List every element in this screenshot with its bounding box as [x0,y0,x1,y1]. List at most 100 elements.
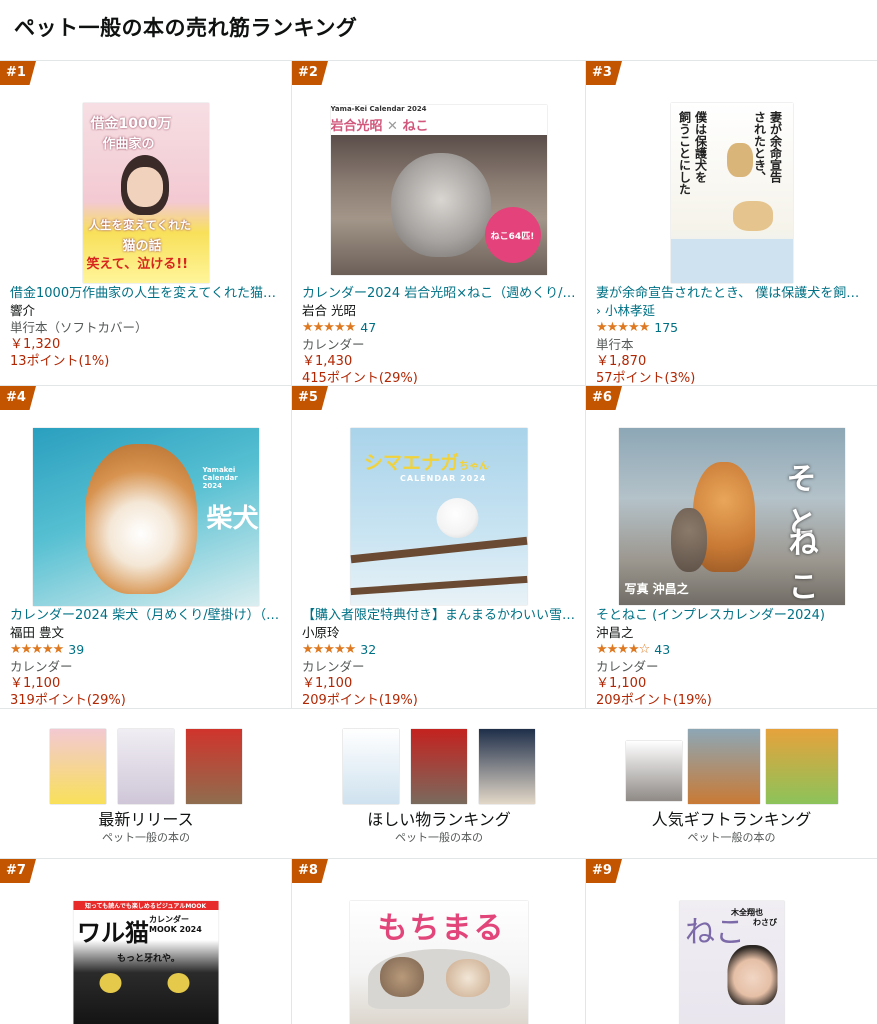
book-thumbnail[interactable] [687,729,760,804]
product-format: 単行本 [596,337,634,352]
cover-text: ねこ [402,119,429,134]
product-points: 209ポイント(19%) [302,693,418,708]
book-thumbnail[interactable] [186,729,242,804]
ranking-row-2: #4 Yamakei Calendar 2024 柴犬 カレンダー2024 柴犬… [0,385,877,708]
book-thumbnail[interactable] [765,729,838,804]
rank-badge: #4 [0,386,36,410]
cover-title: もちまる [377,911,506,946]
product-card-2: #2 Yama-Kei Calendar 2024 岩合光昭 ✕ ねこ ねこ64… [292,61,586,387]
product-title-link[interactable]: そとねこ (インプレスカレンダー2024) [596,607,869,624]
product-price: ￥1,870 [596,354,647,369]
rating-count[interactable]: 32 [360,641,376,658]
cover-text: シマエナガ [364,452,460,474]
author-link[interactable]: › 小林孝延 [596,303,655,318]
product-rating[interactable]: ★★★★★ 175 [596,319,869,336]
cover-text: Yama-Kei Calendar 2024 [330,105,427,113]
rank-badge: #7 [0,859,36,883]
promo-gift-ranking[interactable]: 人気ギフトランキング ペット一般の本の [586,709,877,858]
product-price: ￥1,100 [10,676,61,691]
book-cover-4[interactable]: Yamakei Calendar 2024 柴犬 [32,428,259,606]
rating-count[interactable]: 47 [360,319,376,336]
rating-count[interactable]: 43 [654,641,670,658]
promo-new-releases[interactable]: 最新リリース ペット一般の本の [0,709,292,858]
book-thumbnail[interactable] [118,729,174,804]
cat-eye-illustration [99,973,121,993]
rank-badge: #3 [586,61,622,85]
rank-badge: #1 [0,61,36,85]
cat-eye-illustration [167,973,189,993]
product-rating[interactable]: ★★★★★ 39 [10,641,283,658]
cover-badge: ねこ64匹! [484,207,541,263]
product-author: 岩合 光昭 [302,303,356,318]
product-price: ￥1,430 [302,354,353,369]
promo-title[interactable]: 最新リリース [0,806,292,830]
product-price: ￥1,100 [302,676,353,691]
product-format: カレンダー [596,659,659,674]
product-card-4: #4 Yamakei Calendar 2024 柴犬 カレンダー2024 柴犬… [0,386,292,708]
cover-headline: 岩合光昭 ✕ ねこ [331,115,429,134]
product-points: 209ポイント(19%) [596,693,712,708]
rank-badge: #8 [292,859,328,883]
cover-band: 笑えて、泣ける!! [86,257,189,272]
book-cover-6[interactable]: そと ねこ 写真 沖昌之 [618,428,845,605]
product-info: そとねこ (インプレスカレンダー2024) 沖昌之 ★★★★☆ 43 カレンダー… [596,607,869,709]
cover-text: 作曲家の [102,137,155,152]
product-author: 沖昌之 [596,625,634,640]
cover-text: 妻が余命宣告 [768,111,783,183]
product-rating[interactable]: ★★★★★ 32 [302,641,577,658]
book-cover-8[interactable]: もちまる [349,901,528,1024]
product-card-9: #9 ねこ 木全翔也 わさび [586,859,877,1024]
product-info: カレンダー2024 岩合光昭×ねこ（週めくり/… 岩合 光昭 ★★★★★ 47 … [302,285,577,387]
product-title-link[interactable]: 妻が余命宣告されたとき、 僕は保護犬を飼う… [596,285,869,302]
promo-title[interactable]: ほしい物ランキング [292,806,586,830]
product-title-link[interactable]: 【購入者限定特典付き】まんまるかわいい雪… [302,607,577,624]
book-cover-5[interactable]: シマエナガちゃん CALENDAR 2024 [350,428,527,605]
dog-illustration [84,444,197,594]
book-thumbnail[interactable] [343,729,399,804]
cat-illustration [379,957,424,997]
product-title-link[interactable]: 借金1000万作曲家の人生を変えてくれた猫… [10,285,283,302]
book-cover-3[interactable]: 妻が余命宣告 されたとき、 僕は保護犬を 飼うことにした [670,103,793,283]
product-rating[interactable]: ★★★★★ 47 [302,319,577,336]
product-card-7: #7 知っても読んでも楽しめるビジュアルMOOK ワル猫 カレンダー MOOK … [0,859,292,1024]
product-info: カレンダー2024 柴犬（月めくり/壁掛け）（… 福田 豊文 ★★★★★ 39 … [10,607,283,709]
cover-illustration [126,167,163,207]
book-thumbnail[interactable] [625,741,682,801]
dog-illustration [726,143,753,177]
promo-subtitle: ペット一般の本の [395,831,483,844]
dog-illustration [732,201,773,231]
promo-title[interactable]: 人気ギフトランキング [586,806,877,830]
bird-illustration [436,498,478,538]
cover-credit: 写真 沖昌之 [624,582,689,596]
promo-thumbnails [292,729,586,804]
product-format: カレンダー [302,337,365,352]
cover-text: CALENDAR 2024 [400,474,487,483]
book-thumbnail[interactable] [50,729,106,804]
cover-title: 柴犬 [206,504,259,534]
rating-count[interactable]: 39 [68,641,84,658]
book-thumbnail[interactable] [479,729,535,804]
product-format: 単行本（ソフトカバー） [10,320,148,335]
book-thumbnail[interactable] [411,729,467,804]
product-points: 319ポイント(29%) [10,693,126,708]
book-cover-2[interactable]: Yama-Kei Calendar 2024 岩合光昭 ✕ ねこ ねこ64匹! [330,105,547,275]
cover-title: シマエナガちゃん [364,448,489,475]
product-title-link[interactable]: カレンダー2024 柴犬（月めくり/壁掛け）（… [10,607,283,624]
product-points: 13ポイント(1%) [10,354,110,369]
cover-text: 人生を変えてくれた [88,218,192,232]
cover-text: 猫の話 [122,239,162,254]
promo-wishlist-ranking[interactable]: ほしい物ランキング ペット一般の本の [292,709,586,858]
product-card-6: #6 そと ねこ 写真 沖昌之 そとねこ (インプレスカレンダー2024) 沖昌… [586,386,877,708]
rank-badge: #2 [292,61,328,85]
book-cover-9[interactable]: ねこ 木全翔也 わさび [679,901,784,1024]
product-author: 小原玲 [302,625,340,640]
rating-count[interactable]: 175 [654,319,678,336]
book-cover-7[interactable]: 知っても読んでも楽しめるビジュアルMOOK ワル猫 カレンダー MOOK 202… [73,901,218,1024]
book-cover-1[interactable]: 借金1000万 作曲家の 人生を変えてくれた 猫の話 笑えて、泣ける!! [82,103,209,283]
product-format: カレンダー [10,659,73,674]
cover-text: 僕は保護犬を [693,111,708,183]
product-info: 借金1000万作曲家の人生を変えてくれた猫… 響介 単行本（ソフトカバー） ￥1… [10,285,283,370]
product-rating[interactable]: ★★★★☆ 43 [596,641,869,658]
promo-thumbnails [586,729,877,804]
product-title-link[interactable]: カレンダー2024 岩合光昭×ねこ（週めくり/… [302,285,577,302]
